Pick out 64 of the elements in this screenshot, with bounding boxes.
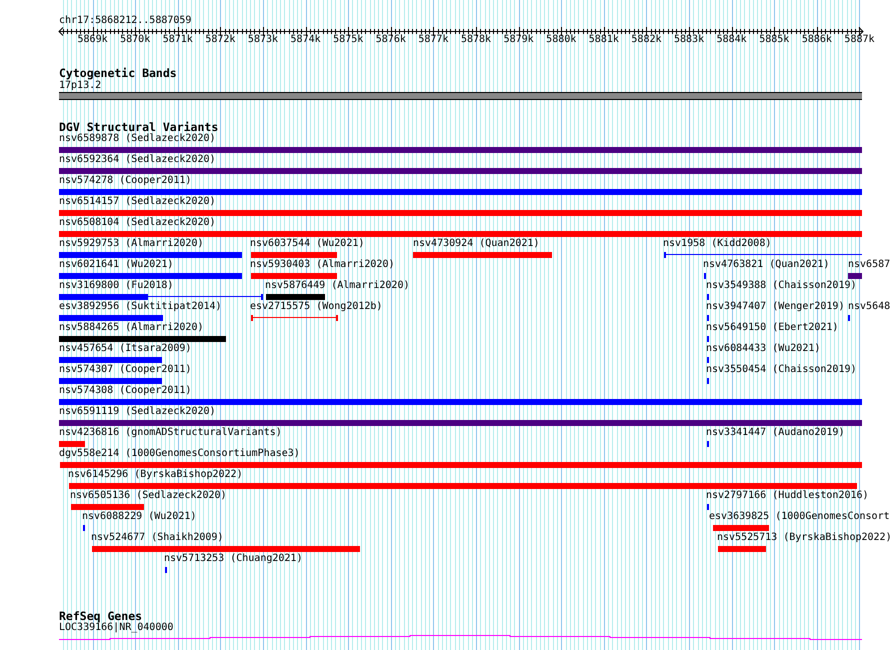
tick-label: 5872k xyxy=(205,34,236,45)
feature-label: nsv5525713 (ByrskaBishop2022) xyxy=(717,532,890,543)
feature-label: nsv5649150 (Ebert2021) xyxy=(706,322,838,333)
feature-label: nsv5713253 (Chuang2021) xyxy=(164,553,302,564)
feature-label: esv3892956 (Suktitipat2014) xyxy=(59,301,222,312)
feature-label: nsv5929753 (Almarri2020) xyxy=(59,238,204,249)
track-title: Cytogenetic Bands xyxy=(59,67,177,80)
region-label: chr17:5868212..5887059 xyxy=(59,15,192,26)
tick-label: 5884k xyxy=(716,34,747,45)
feature-label: nsv6592364 (Sedlazeck2020) xyxy=(59,154,216,165)
feature-label: nsv3947407 (Wenger2019) xyxy=(706,301,844,312)
tick-label: 5875k xyxy=(333,34,364,45)
feature-label: nsv457654 (Itsara2009) xyxy=(59,343,192,354)
feature-label: dgv558e214 (1000GenomesConsortiumPhase3) xyxy=(59,448,300,459)
feature-label: nsv574307 (Cooper2011) xyxy=(59,364,192,375)
tick-label: 5876k xyxy=(376,34,406,45)
feature-label: esv2715575 (Wong2012b) xyxy=(250,301,382,312)
feature-label: nsv6505136 (Sedlazeck2020) xyxy=(70,490,227,501)
gene-label: LOC339166|NR_040000 xyxy=(59,622,174,633)
feature-label: nsv6589878 (Sedlazeck2020) xyxy=(59,133,216,144)
tick-label: 5869k xyxy=(78,34,108,45)
feature-label: nsv6145296 (ByrskaBishop2022) xyxy=(68,469,243,480)
feature-label: nsv6021641 (Wu2021) xyxy=(59,259,174,270)
feature-label: nsv2797166 (Huddleston2016) xyxy=(706,490,869,501)
tick-label: 5881k xyxy=(588,34,619,45)
feature-label: nsv524677 (Shaikh2009) xyxy=(91,532,224,543)
band-label: 17p13.2 xyxy=(59,80,102,91)
feature-label: nsv4763821 (Quan2021) xyxy=(703,259,830,270)
tick-label: 5870k xyxy=(120,34,150,45)
tick-label: 5874k xyxy=(290,34,321,45)
feature-label: nsv4730924 (Quan2021) xyxy=(413,238,540,249)
feature-label: nsv1958 (Kidd2008) xyxy=(663,238,772,249)
feature-label: nsv3549388 (Chaisson2019) xyxy=(706,280,857,291)
feature-label: nsv574308 (Cooper2011) xyxy=(59,385,192,396)
tick-label: 5883k xyxy=(674,34,704,45)
track-title: RefSeq Genes xyxy=(59,610,142,623)
tick-label: 5871k xyxy=(162,34,193,45)
tick-label: 5877k xyxy=(418,34,448,45)
feature-label: nsv6514157 (Sedlazeck2020) xyxy=(59,196,216,207)
feature-label: esv3639825 (1000GenomesConsort xyxy=(709,511,890,522)
feature-label: nsv5884265 (Almarri2020) xyxy=(59,322,204,333)
feature-label: nsv3169800 (Fu2018) xyxy=(59,280,174,291)
feature-label: nsv4236816 (gnomADStructuralVariants) xyxy=(59,427,282,438)
tick-label: 5880k xyxy=(546,34,576,45)
tick-label: 5873k xyxy=(248,34,278,45)
feature-label: nsv574278 (Cooper2011) xyxy=(59,175,192,186)
feature-label: nsv3550454 (Chaisson2019) xyxy=(706,364,857,375)
tick-label: 5885k xyxy=(759,34,790,45)
feature-label: nsv6591119 (Sedlazeck2020) xyxy=(59,406,216,417)
feature-label: nsv6088229 (Wu2021) xyxy=(82,511,196,522)
tick-label: 5887k xyxy=(844,34,875,45)
feature-label: nsv6084433 (Wu2021) xyxy=(706,343,820,354)
tick-label: 5886k xyxy=(802,34,832,45)
tick-label: 5879k xyxy=(504,34,534,45)
feature-label: nsv6037544 (Wu2021) xyxy=(250,238,364,249)
track-title: DGV Structural Variants xyxy=(59,121,218,134)
feature-label: nsv5648 xyxy=(848,301,890,312)
feature-label: nsv3341447 (Audano2019) xyxy=(706,427,844,438)
feature-label: nsv5930403 (Almarri2020) xyxy=(250,259,394,270)
feature-label: nsv5876449 (Almarri2020) xyxy=(265,280,410,291)
feature-label: nsv6587 xyxy=(848,259,890,270)
tick-label: 5882k xyxy=(631,34,662,45)
feature-label: nsv6508104 (Sedlazeck2020) xyxy=(59,217,216,228)
tick-label: 5878k xyxy=(460,34,492,45)
